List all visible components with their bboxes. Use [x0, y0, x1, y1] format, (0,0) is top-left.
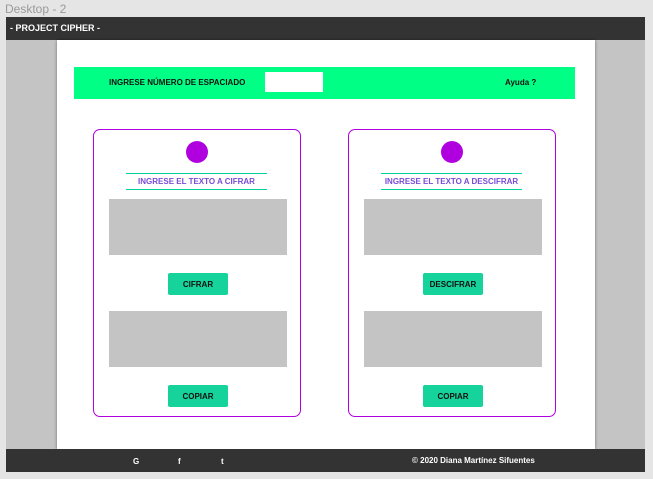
- help-link[interactable]: Ayuda ?: [505, 78, 536, 87]
- desktop-frame: - PROJECT CIPHER - INGRESE NÚMERO DE ESP…: [6, 17, 645, 472]
- cipher-copy-button[interactable]: COPIAR: [168, 385, 228, 407]
- cipher-card: INGRESE EL TEXTO A CIFRAR CIFRAR COPIAR: [93, 129, 301, 417]
- decipher-input-textarea[interactable]: [364, 199, 542, 255]
- spacing-input[interactable]: [265, 72, 323, 92]
- frame-label: Desktop - 2: [5, 2, 67, 16]
- decipher-output-textarea[interactable]: [364, 311, 542, 367]
- decipher-copy-button[interactable]: COPIAR: [423, 385, 483, 407]
- decipher-title: INGRESE EL TEXTO A DESCIFRAR: [381, 173, 522, 190]
- cipher-output-textarea[interactable]: [109, 311, 287, 367]
- spacing-label: INGRESE NÚMERO DE ESPACIADO: [109, 78, 246, 87]
- twitter-icon[interactable]: t: [221, 457, 224, 466]
- facebook-icon[interactable]: f: [178, 457, 181, 466]
- decipher-button[interactable]: DESCIFRAR: [423, 273, 483, 295]
- main-page: INGRESE NÚMERO DE ESPACIADO Ayuda ? INGR…: [57, 40, 595, 449]
- copyright-text: © 2020 Diana Martínez Sifuentes: [412, 456, 535, 465]
- google-icon[interactable]: G: [133, 457, 139, 466]
- app-title: - PROJECT CIPHER -: [10, 23, 101, 33]
- spacing-banner: INGRESE NÚMERO DE ESPACIADO Ayuda ?: [74, 67, 575, 99]
- decipher-dot-icon: [441, 141, 463, 163]
- decipher-card: INGRESE EL TEXTO A DESCIFRAR DESCIFRAR C…: [348, 129, 556, 417]
- footer-bar: G f t © 2020 Diana Martínez Sifuentes: [6, 449, 645, 472]
- cipher-button[interactable]: CIFRAR: [168, 273, 228, 295]
- cipher-input-textarea[interactable]: [109, 199, 287, 255]
- cipher-dot-icon: [186, 141, 208, 163]
- top-bar: - PROJECT CIPHER -: [6, 17, 645, 40]
- cipher-title: INGRESE EL TEXTO A CIFRAR: [126, 173, 267, 190]
